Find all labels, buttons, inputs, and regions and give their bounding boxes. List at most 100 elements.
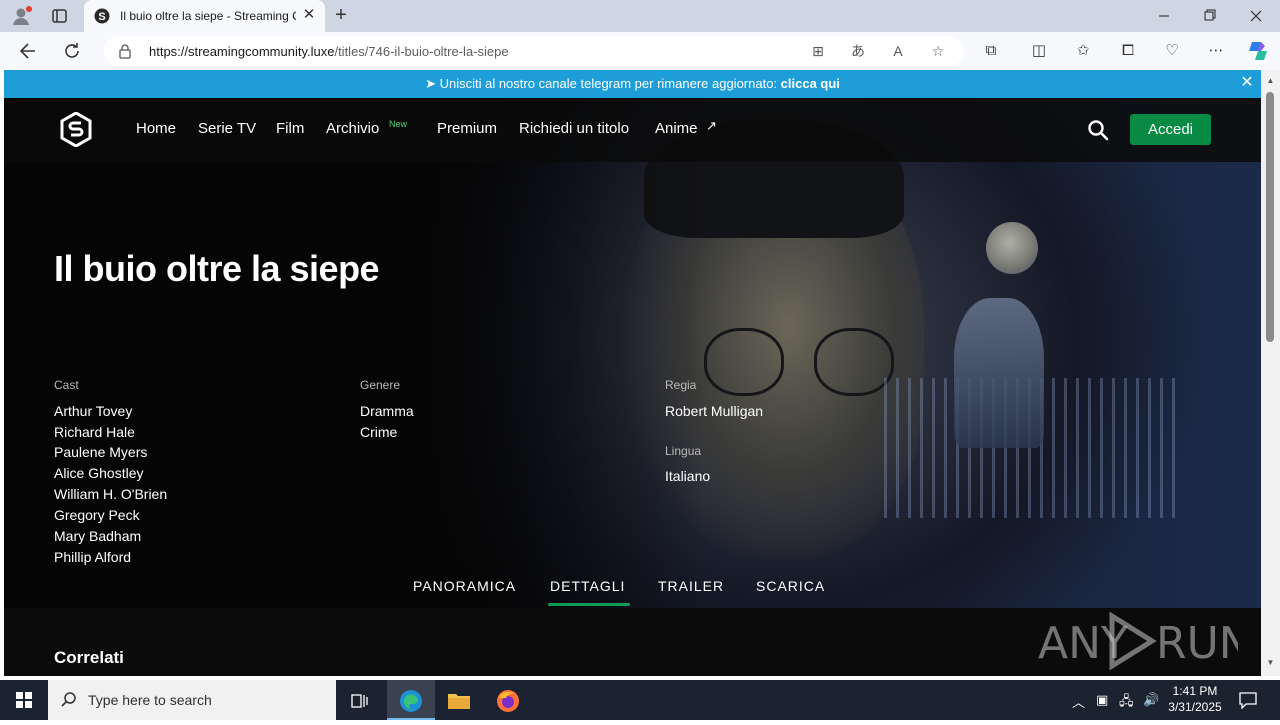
nav-premium[interactable]: Premium xyxy=(437,120,497,137)
language-label: Lingua xyxy=(665,444,702,458)
cast-item[interactable]: Arthur Tovey xyxy=(54,403,132,419)
site-favicon-icon: S xyxy=(94,8,110,24)
refresh-icon[interactable] xyxy=(59,39,85,63)
taskbar-clock[interactable]: 1:41 PM 3/31/2025 xyxy=(1160,683,1230,715)
svg-text:ANY: ANY xyxy=(1038,618,1128,669)
site-header: Home Serie TV Film Archivio New Premium … xyxy=(4,98,1261,162)
search-icon[interactable] xyxy=(1087,119,1109,141)
cast-item[interactable]: Phillip Alford xyxy=(54,549,131,565)
telegram-banner: ➤ Unisciti al nostro canale telegram per… xyxy=(4,70,1261,98)
page-title: Il buio oltre la siepe xyxy=(54,248,380,289)
address-bar[interactable]: https://streamingcommunity.luxe/titles/7… xyxy=(104,36,964,66)
meet-now-icon[interactable]: ▣ xyxy=(1096,692,1108,708)
site-logo[interactable] xyxy=(60,111,92,148)
cast-item[interactable]: William H. O'Brien xyxy=(54,486,167,502)
favorites-icon[interactable]: ✩ xyxy=(1071,41,1095,61)
back-icon[interactable] xyxy=(15,39,41,63)
clock-date: 3/31/2025 xyxy=(1168,700,1222,714)
collections-icon[interactable]: ⧠ xyxy=(1116,41,1140,61)
tab-close-icon[interactable]: ✕ xyxy=(300,6,318,24)
clock-time: 1:41 PM xyxy=(1172,684,1218,698)
nav-richiedi[interactable]: Richiedi un titolo xyxy=(519,120,629,137)
taskbar: Type here to search ︿ ▣ 🖧 🔊 1:41 PM 3/31… xyxy=(0,680,1280,720)
genre-item[interactable]: Crime xyxy=(360,424,397,440)
favorite-star-icon[interactable]: ☆ xyxy=(927,41,949,61)
tab-panoramica[interactable]: PANORAMICA xyxy=(413,578,516,594)
taskbar-search[interactable]: Type here to search xyxy=(48,680,336,720)
tab-scarica[interactable]: SCARICA xyxy=(756,578,825,594)
read-aloud-icon[interactable]: A xyxy=(887,41,909,61)
svg-text:S: S xyxy=(98,11,105,23)
cast-item[interactable]: Paulene Myers xyxy=(54,444,147,460)
firefox-icon[interactable] xyxy=(484,680,532,720)
banner-link[interactable]: clicca qui xyxy=(781,76,840,91)
cast-item[interactable]: Gregory Peck xyxy=(54,507,140,523)
url-host: https://streamingcommunity.luxe xyxy=(149,44,335,59)
cast-item[interactable]: Alice Ghostley xyxy=(54,465,143,481)
file-explorer-icon[interactable] xyxy=(435,680,483,720)
notifications-icon[interactable] xyxy=(1238,691,1258,710)
volume-icon[interactable]: 🔊 xyxy=(1143,692,1159,708)
tab-trailer[interactable]: TRAILER xyxy=(658,578,724,594)
language-value: Italiano xyxy=(665,468,711,484)
page-viewport: ➤ Unisciti al nostro canale telegram per… xyxy=(4,70,1261,676)
nav-serie-tv[interactable]: Serie TV xyxy=(198,120,256,137)
translate-icon[interactable]: あ xyxy=(847,41,869,61)
director-value: Robert Mulligan xyxy=(665,403,764,419)
url-path: /titles/746-il-buio-oltre-la-siepe xyxy=(334,44,509,59)
browser-toolbar: https://streamingcommunity.luxe/titles/7… xyxy=(0,32,1280,70)
director-label: Regia xyxy=(665,378,697,392)
genre-label: Genere xyxy=(360,378,401,392)
show-hidden-icons[interactable]: ︿ xyxy=(1072,692,1085,711)
svg-text:RUN: RUN xyxy=(1156,618,1238,669)
banner-message: Unisciti al nostro canale telegram per r… xyxy=(439,76,778,91)
genre-item[interactable]: Dramma xyxy=(360,403,414,419)
active-tab-indicator xyxy=(548,603,630,606)
scrollbar-thumb[interactable] xyxy=(1266,92,1274,342)
split-screen-icon[interactable]: ◫ xyxy=(1027,41,1051,61)
settings-more-icon[interactable]: ⋯ xyxy=(1204,41,1228,61)
related-heading: Correlati xyxy=(54,648,124,667)
window-close-icon[interactable] xyxy=(1233,4,1279,28)
banner-text: ➤ Unisciti al nostro canale telegram per… xyxy=(4,76,1261,92)
nav-archivio[interactable]: Archivio xyxy=(326,120,379,137)
browser-tab-bar: S Il buio oltre la siepe - Streaming Com… xyxy=(0,0,1280,32)
network-icon[interactable]: 🖧 xyxy=(1119,692,1134,714)
page-scrollbar[interactable]: ▲ ▼ xyxy=(1261,70,1280,676)
nav-film[interactable]: Film xyxy=(276,120,304,137)
lock-icon[interactable] xyxy=(118,43,132,59)
nav-home[interactable]: Home xyxy=(136,120,176,137)
new-badge: New xyxy=(389,119,408,129)
cast-label: Cast xyxy=(54,378,79,392)
taskbar-search-placeholder: Type here to search xyxy=(88,692,212,708)
tab-title: Il buio oltre la siepe - Streaming Commu… xyxy=(120,9,296,23)
extensions-icon[interactable]: ⧉ xyxy=(979,41,1003,61)
profile-icon[interactable] xyxy=(10,5,32,27)
task-view-icon[interactable] xyxy=(336,680,384,720)
scroll-down-icon[interactable]: ▼ xyxy=(1265,658,1276,668)
scroll-up-icon[interactable]: ▲ xyxy=(1265,76,1276,86)
cast-item[interactable]: Richard Hale xyxy=(54,424,135,440)
copilot-icon[interactable] xyxy=(1246,40,1270,62)
new-tab-button[interactable]: + xyxy=(330,4,352,26)
browser-tab-active[interactable]: S Il buio oltre la siepe - Streaming Com… xyxy=(84,0,325,32)
search-icon xyxy=(60,691,78,709)
backdrop-glasses-left xyxy=(704,328,784,396)
nav-anime[interactable]: Anime xyxy=(655,120,698,137)
app-available-icon[interactable]: ⊞ xyxy=(807,41,829,61)
tab-actions-icon[interactable] xyxy=(50,7,70,25)
restore-icon[interactable] xyxy=(1187,4,1233,28)
banner-close-icon[interactable]: ✕ xyxy=(1238,74,1256,92)
edge-taskbar-icon[interactable] xyxy=(387,680,435,720)
external-link-icon: ↗ xyxy=(706,118,717,133)
windows-start-icon[interactable] xyxy=(0,680,48,720)
anyrun-watermark: ANY RUN xyxy=(1038,610,1252,672)
backdrop-figure xyxy=(954,298,1044,448)
minimize-icon[interactable] xyxy=(1141,4,1187,28)
hero-section: Home Serie TV Film Archivio New Premium … xyxy=(4,98,1261,608)
browser-essentials-icon[interactable]: ♡ xyxy=(1160,41,1184,61)
tab-dettagli[interactable]: DETTAGLI xyxy=(550,578,625,594)
login-button[interactable]: Accedi xyxy=(1130,114,1211,145)
cast-item[interactable]: Mary Badham xyxy=(54,528,141,544)
url-text[interactable]: https://streamingcommunity.luxe/titles/7… xyxy=(149,44,509,59)
